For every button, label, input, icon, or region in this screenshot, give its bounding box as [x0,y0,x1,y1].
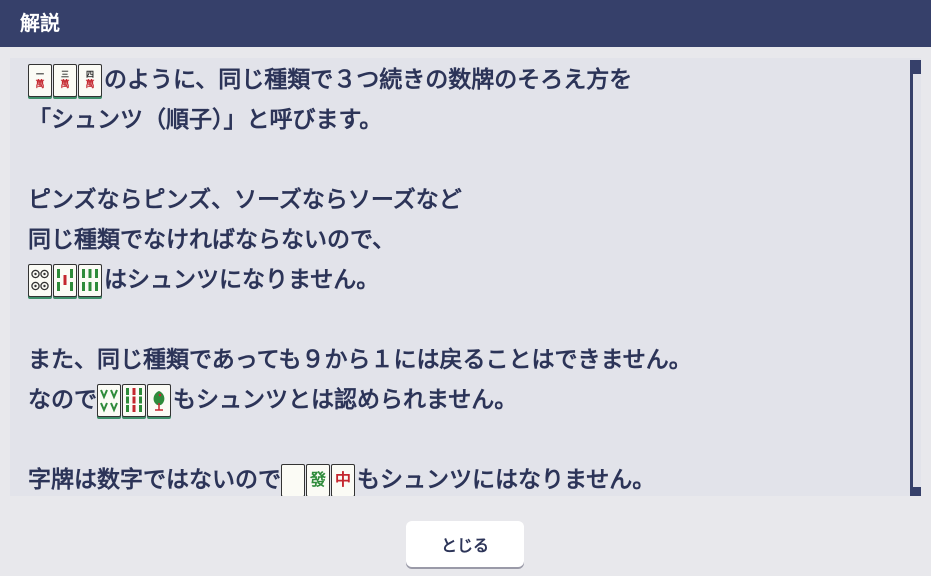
mahjong-tile-man-4-icon: 四 萬 [78,63,102,97]
text-line: はシュンツになりません。 [28,260,898,300]
dialog-title: 解説 [20,11,60,35]
tile-group-man-shuntsu: 一 萬 三 萬 四 萬 [28,63,102,97]
mahjong-tile-man-1-icon: 一 萬 [28,63,52,97]
mahjong-tile-sou-8-icon [97,383,121,417]
close-button-label: とじる [440,536,489,555]
mahjong-tile-man-3-icon: 三 萬 [53,63,77,97]
dialog-header: 解説 [0,0,931,47]
text-line: なので もシュンツとは認められません。 [28,380,898,420]
mahjong-tile-white-dragon-icon [281,463,305,496]
text-line: 同じ種類でなければならないので、 [28,227,396,253]
close-button[interactable]: とじる [406,521,524,567]
text-line: 「シュンツ（順子）」と呼びます。 [28,107,383,133]
scrollbar-rail[interactable] [910,74,913,487]
scrollbar-cap-top [910,60,921,74]
mahjong-tile-sou-5-icon [53,263,77,297]
mahjong-tile-pin-4-icon [28,263,52,297]
explanation-text: 一 萬 三 萬 四 萬 のように、同じ種類で３つ続きの数牌のそろえ方を 「シュン… [28,60,898,496]
text-line: また、同じ種類であっても９から１には戻ることはできません。 [28,347,692,373]
tile-group-mixed [28,263,102,297]
text-line: 一 萬 三 萬 四 萬 のように、同じ種類で３つ続きの数牌のそろえ方を [28,60,898,100]
explanation-panel: 一 萬 三 萬 四 萬 のように、同じ種類で３つ続きの数牌のそろえ方を 「シュン… [10,58,921,496]
tile-group-sou-wrap [97,383,171,417]
mahjong-tile-green-dragon-icon: 發 [306,463,330,496]
scrollbar-cap-bottom [910,487,921,496]
mahjong-tile-sou-6-icon [78,263,102,297]
mahjong-tile-red-dragon-icon: 中 [331,463,355,496]
mahjong-tile-sou-1-bird-icon [147,383,171,417]
text-line: ピンズならピンズ、ソーズならソーズなど [28,187,462,213]
mahjong-tile-sou-9-icon [122,383,146,417]
text-line: 字牌は数字ではないので 發 中 もシュンツにはなりません。 [28,460,898,496]
tile-group-honors: 發 中 [281,463,355,496]
scrollbar[interactable] [910,60,921,496]
